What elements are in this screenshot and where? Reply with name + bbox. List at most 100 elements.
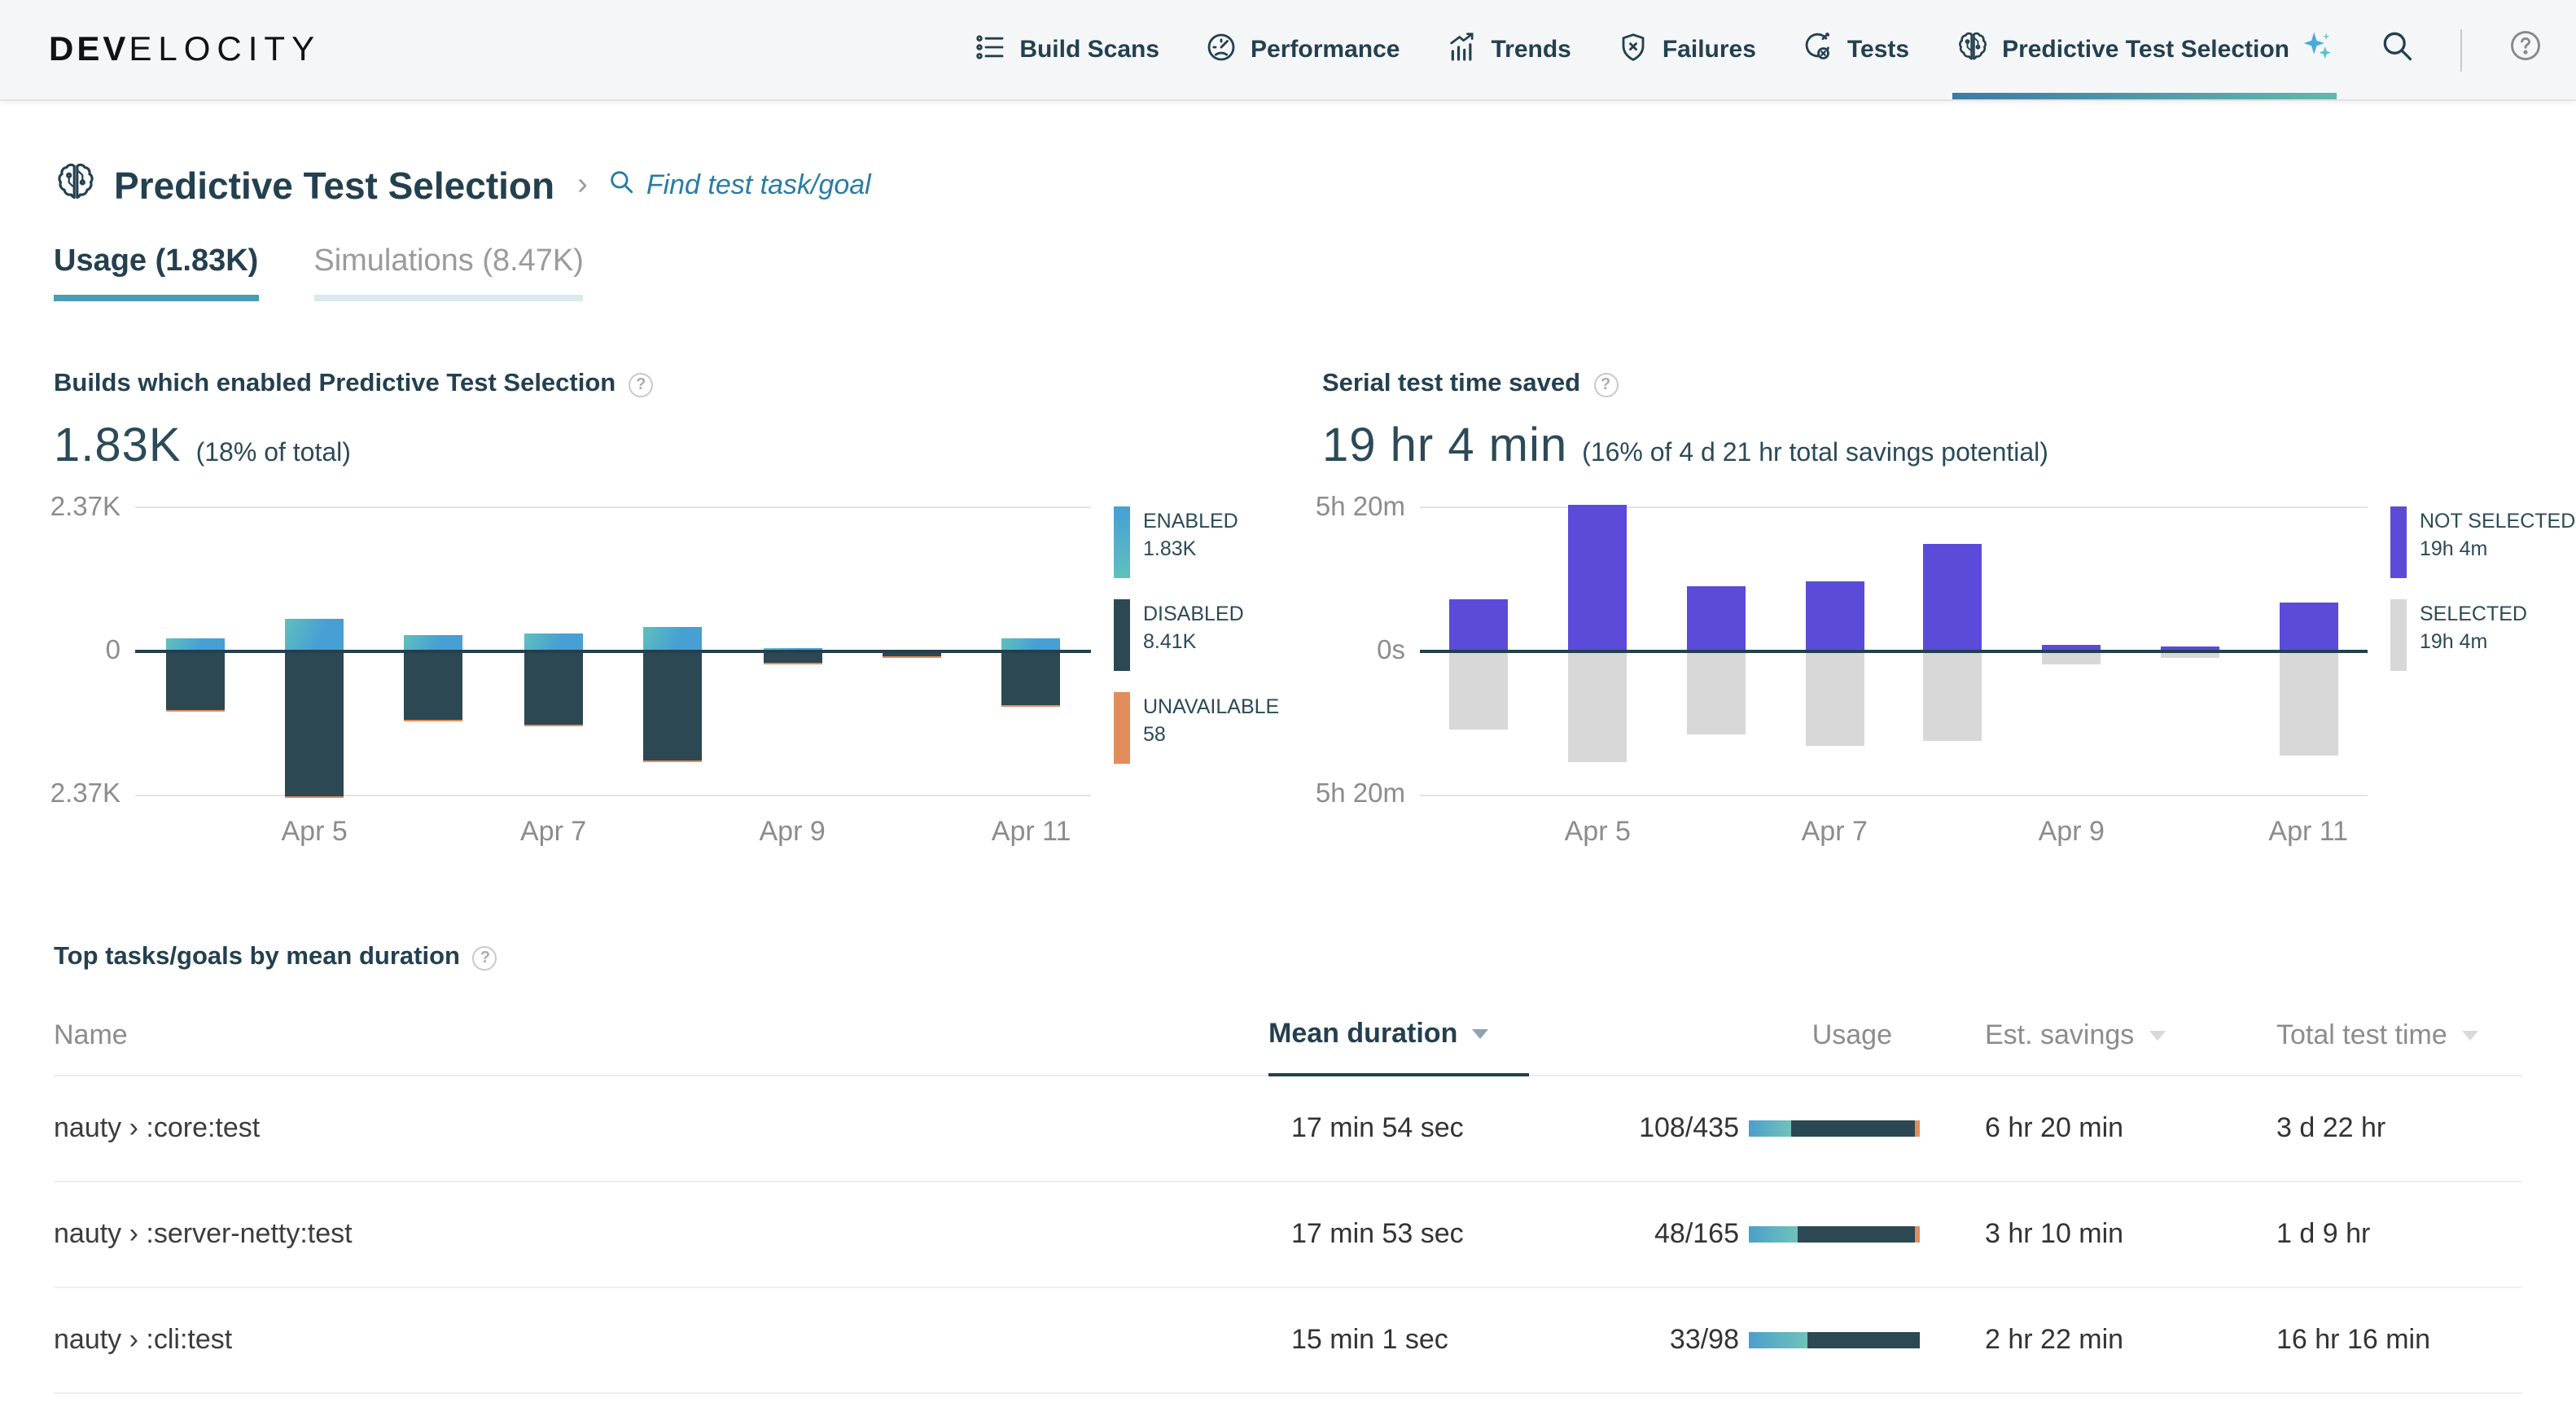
sort-desc-icon (1472, 1029, 1489, 1039)
column-header-name: Name (54, 1019, 128, 1050)
unavailable-bar (1001, 704, 1061, 707)
y-tick: 2.37K (50, 493, 120, 522)
table-header-row: Name Mean duration Usage Est. savings To… (54, 988, 2522, 1076)
sort-icon (2461, 1030, 2478, 1040)
y-axis: 2.37K 0 2.37K (50, 493, 135, 809)
shield-x-icon (1617, 30, 1649, 69)
find-test-task-link[interactable]: Find test task/goal (607, 168, 871, 204)
total-test-time-value: 16 hr 16 min (2276, 1324, 2430, 1355)
tab-usage[interactable]: Usage (1.83K) (54, 244, 259, 301)
table-row[interactable]: nauty › :core:test 17 min 54 sec 108/435 6 … (54, 1076, 2522, 1182)
nav-item-performance[interactable]: Performance (1205, 0, 1400, 99)
selected-bar (1449, 653, 1509, 730)
time-saved-chart-value-note: (16% of 4 d 21 hr total savings potentia… (1582, 440, 2048, 467)
enabled-bar (1001, 638, 1061, 650)
est-savings-value: 2 hr 22 min (1985, 1324, 2124, 1355)
usage-ratio: 108/435 (1639, 1112, 1739, 1143)
x-tick-label: Apr 11 (991, 816, 1071, 847)
nav-item-predictive-test-selection[interactable]: Predictive Test Selection (1952, 0, 2337, 99)
selected-bar (1686, 653, 1746, 735)
selected-bar (2042, 653, 2101, 664)
brain-icon (54, 160, 98, 212)
disabled-bar (285, 653, 344, 797)
builds-chart-value-note: (18% of total) (195, 440, 351, 467)
nav-item-tests[interactable]: Tests (1802, 0, 1909, 99)
not-selected-bar (1568, 505, 1628, 650)
nav-items: Build Scans Performance Trends Failures … (974, 0, 2543, 99)
usage-cell: 33/98 (1529, 1324, 1969, 1357)
task-name: nauty › :server-netty:test (54, 1218, 353, 1249)
usage-bar-selected-segment (1749, 1120, 1792, 1137)
page-content: Predictive Test Selection › Find test ta… (0, 160, 2576, 1394)
usage-bar-selected-segment (1749, 1332, 1807, 1348)
tab-underline (54, 295, 259, 301)
unavailable-bar (643, 760, 703, 763)
est-savings-value: 3 hr 10 min (1985, 1218, 2124, 1249)
list-icon (974, 30, 1006, 69)
column-header-total-test-time[interactable]: Total test time (2262, 988, 2522, 1075)
usage-bar-selected-segment (1749, 1226, 1798, 1243)
legend-swatch (2390, 506, 2407, 578)
unavailable-bar (882, 656, 941, 659)
x-tick-label: Apr 5 (281, 816, 348, 847)
nav-item-label: Build Scans (1019, 36, 1160, 64)
usage-bar (1749, 1120, 1920, 1137)
builds-chart-legend: ENABLED 1.83K DISABLED 8.41K UNAVAILABLE 58 (1091, 506, 1279, 855)
y-tick: 0 (105, 636, 120, 665)
total-test-time-value: 3 d 22 hr (2276, 1112, 2386, 1143)
task-name: nauty › :cli:test (54, 1324, 233, 1355)
sparkles-icon (2302, 29, 2333, 70)
enabled-bar (524, 633, 583, 650)
tab-underline (313, 295, 584, 301)
tab-simulations[interactable]: Simulations (8.47K) (313, 244, 584, 301)
table-row[interactable]: nauty › :cli:test 15 min 1 sec 33/98 2 hr 2… (54, 1288, 2522, 1394)
help-tooltip-icon[interactable]: ? (1593, 372, 1619, 397)
gauge-icon (1205, 30, 1238, 69)
column-header-mean-duration[interactable]: Mean duration (1268, 988, 1529, 1076)
time-saved-chart-block: Serial test time saved ? 19 hr 4 min (16… (1316, 370, 2575, 855)
enabled-bar (285, 619, 344, 650)
not-selected-bar (2279, 603, 2338, 650)
selected-bar (1923, 653, 1982, 742)
help-button[interactable] (2508, 28, 2543, 72)
selected-bar (1805, 653, 1864, 747)
bar-trend-icon (1445, 30, 1478, 69)
disabled-bar (1001, 653, 1061, 705)
develocity-logo[interactable]: DEV ELOCITY (49, 30, 321, 69)
usage-cell: 108/435 (1529, 1112, 1969, 1145)
disabled-bar (763, 653, 822, 664)
y-axis: 5h 20m 0s 5h 20m (1316, 493, 1420, 809)
x-tick-label: Apr 9 (759, 816, 826, 847)
enabled-bar (404, 635, 463, 650)
y-tick: 5h 20m (1315, 493, 1405, 522)
find-link-label: Find test task/goal (646, 169, 871, 200)
help-tooltip-icon[interactable]: ? (472, 945, 497, 970)
search-icon (607, 168, 635, 204)
help-tooltip-icon[interactable]: ? (629, 372, 654, 397)
time-saved-chart-legend: NOT SELECTED 19h 4m SELECTED 19h 4m (2368, 506, 2575, 855)
total-test-time-value: 1 d 9 hr (2276, 1218, 2371, 1249)
table-row[interactable]: nauty › :server-netty:test 17 min 53 sec 4… (54, 1182, 2522, 1288)
nav-divider (2460, 28, 2462, 71)
enabled-bar (165, 638, 225, 650)
est-savings-value: 6 hr 20 min (1985, 1112, 2124, 1143)
builds-chart-value: 1.83K (54, 420, 182, 472)
column-header-est-savings[interactable]: Est. savings (1969, 988, 2262, 1075)
top-tasks-table-section: Top tasks/goals by mean duration ? Name … (54, 943, 2522, 1394)
legend-item-disabled: DISABLED 8.41K (1114, 599, 1254, 671)
unavailable-bar (763, 663, 822, 665)
legend-text: DISABLED 8.41K (1143, 603, 1244, 653)
nav-item-failures[interactable]: Failures (1617, 0, 1756, 99)
legend-item-selected: SELECTED 19h 4m (2390, 599, 2527, 671)
x-tick-label: Apr 9 (2038, 816, 2105, 847)
not-selected-bar (1805, 581, 1864, 650)
search-button[interactable] (2379, 28, 2415, 72)
x-tick-label: Apr 11 (2268, 816, 2349, 847)
legend-item-not-selected: NOT SELECTED 19h 4m (2390, 506, 2575, 578)
brain-icon (1955, 29, 1989, 70)
enabled-bar (643, 626, 703, 650)
selected-bar (1568, 653, 1628, 762)
unavailable-bar (285, 796, 344, 799)
nav-item-trends[interactable]: Trends (1445, 0, 1571, 99)
nav-item-build-scans[interactable]: Build Scans (974, 0, 1159, 99)
